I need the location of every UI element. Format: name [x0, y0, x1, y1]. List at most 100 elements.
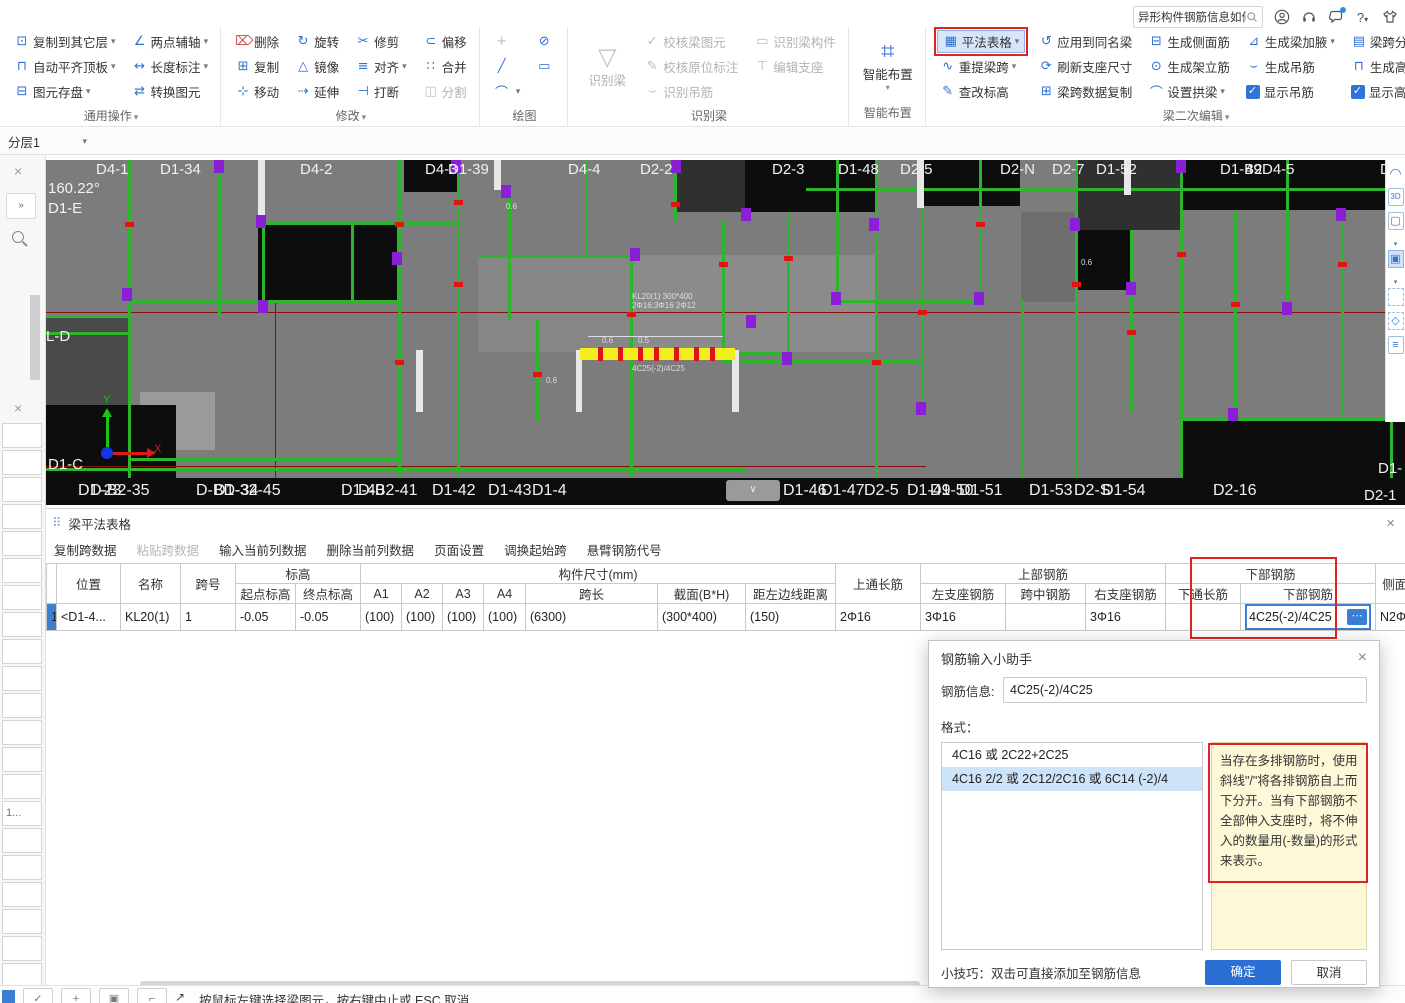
copy-button[interactable]: 复制	[229, 55, 285, 78]
cell-a1[interactable]: (100)	[361, 604, 402, 631]
solid-view-icon[interactable]: ▣	[1388, 250, 1404, 268]
cancel-button[interactable]: 取消	[1291, 960, 1367, 985]
pan-widget[interactable]: ∨	[726, 480, 780, 501]
page-setup-button[interactable]: 页面设置	[434, 540, 484, 559]
offset-button[interactable]: 偏移	[417, 30, 473, 53]
convert-element-button[interactable]: 转换图元	[126, 80, 215, 103]
beam-span-data-copy-button[interactable]: 梁跨数据复制	[1032, 80, 1138, 103]
list-item[interactable]	[2, 693, 42, 718]
check-beam-elements-button[interactable]: 校核梁图元	[638, 30, 744, 53]
re-extract-beam-span-button[interactable]: 重提梁跨	[934, 55, 1029, 78]
split-button[interactable]: 分割	[417, 80, 473, 103]
generate-erect-rebar-button[interactable]: 生成架立筋	[1142, 55, 1236, 78]
auto-align-top-slab-button[interactable]: 自动平齐顶板	[8, 55, 122, 78]
list-item[interactable]	[2, 585, 42, 610]
user-account-icon[interactable]	[1273, 9, 1290, 26]
paste-span-data-button[interactable]: 粘贴跨数据	[137, 540, 200, 559]
list-item[interactable]	[2, 936, 42, 961]
view-3d-icon[interactable]: 3D	[1388, 188, 1404, 206]
cell-a2[interactable]: (100)	[402, 604, 443, 631]
cell-dist-left[interactable]: (150)	[746, 604, 836, 631]
status-tool-check[interactable]: ✓	[23, 988, 53, 1003]
delete-button[interactable]: 删除	[229, 30, 285, 53]
row-marker[interactable]: 1	[47, 604, 57, 631]
group-label-recognize[interactable]: 识别梁	[576, 104, 842, 129]
cell-right-support[interactable]: 3Φ16	[1086, 604, 1166, 631]
rect-tool-button[interactable]	[530, 55, 561, 78]
recognize-hanging-rebar-button[interactable]: 识别吊筋	[638, 80, 744, 103]
generate-high-strength-node-button[interactable]: 生成高强节点	[1345, 55, 1405, 78]
collapsed-panel-tab[interactable]	[30, 295, 40, 380]
break-button[interactable]: 打断	[349, 80, 413, 103]
check-in-situ-annotation-button[interactable]: 校核原位标注	[638, 55, 744, 78]
feedback-chat-icon[interactable]	[1327, 9, 1344, 26]
ellipsis-button[interactable]	[1347, 609, 1367, 625]
move-button[interactable]: 移动	[229, 80, 285, 103]
col-header-bottom-rebar[interactable]: 下部钢筋	[1241, 584, 1376, 604]
close-icon[interactable]: ×	[14, 400, 22, 416]
group-label-draw[interactable]: 绘图	[488, 104, 562, 129]
list-item[interactable]	[2, 504, 42, 529]
col-header-span-length[interactable]: 跨长	[526, 584, 658, 604]
rebar-info-input[interactable]	[1003, 677, 1367, 703]
status-tool-add[interactable]: +	[61, 988, 91, 1003]
col-group-bottom-rebar[interactable]: 下部钢筋	[1166, 564, 1376, 584]
generate-side-rebar-button[interactable]: 生成侧面筋	[1142, 30, 1236, 53]
cell-side-through[interactable]: N2Φ12	[1376, 604, 1405, 631]
flat-table-button[interactable]: 平法表格	[937, 30, 1026, 53]
trim-button[interactable]: 修剪	[349, 30, 413, 53]
bottom-rebar-value[interactable]: 4C25(-2)/4C25	[1249, 610, 1347, 624]
col-header-a3[interactable]: A3	[443, 584, 484, 604]
search-input[interactable]	[1138, 11, 1246, 23]
cell-end-elev[interactable]: -0.05	[296, 604, 361, 631]
smart-layout-button[interactable]: 智能布置 ▾	[857, 38, 919, 92]
drag-handle-icon[interactable]: ⠿	[52, 515, 61, 531]
close-icon[interactable]: ×	[14, 163, 22, 179]
list-item[interactable]	[2, 855, 42, 880]
cantilever-rebar-code-button[interactable]: 悬臂钢筋代号	[587, 540, 662, 559]
merge-button[interactable]: 合并	[417, 55, 473, 78]
notes-list-icon[interactable]: ≡	[1388, 336, 1404, 354]
list-item[interactable]	[2, 720, 42, 745]
cell-bottom-through[interactable]	[1166, 604, 1241, 631]
circle-tool-button[interactable]	[530, 30, 561, 53]
expand-panel-button[interactable]: »	[6, 193, 36, 219]
search-icon[interactable]	[1246, 11, 1258, 23]
select-element-icon[interactable]: ◇	[1388, 312, 1404, 330]
two-point-aux-axis-button[interactable]: 两点辅轴	[126, 30, 215, 53]
delete-current-column-button[interactable]: 删除当前列数据	[327, 540, 415, 559]
col-group-size[interactable]: 构件尺寸(mm)	[361, 564, 836, 584]
list-item[interactable]	[2, 828, 42, 853]
chevron-down-icon[interactable]: ▾	[1388, 274, 1404, 282]
list-item[interactable]	[2, 909, 42, 934]
close-icon[interactable]: ×	[1358, 649, 1367, 667]
cell-bottom-rebar[interactable]: 4C25(-2)/4C25	[1241, 604, 1376, 631]
list-item[interactable]	[2, 747, 42, 772]
list-item[interactable]	[2, 612, 42, 637]
edit-support-button[interactable]: 编辑支座	[748, 55, 842, 78]
show-high-strength-node-checkbox[interactable]: 显示高强节点	[1345, 80, 1405, 103]
arc-tool-button[interactable]	[488, 80, 527, 103]
list-item[interactable]	[2, 882, 42, 907]
select-region-icon[interactable]	[1388, 288, 1404, 306]
col-group-elevation[interactable]: 标高	[236, 564, 361, 584]
cell-mid-span[interactable]	[1006, 604, 1086, 631]
recognize-beam-component-button[interactable]: 识别梁构件	[748, 30, 842, 53]
customer-service-icon[interactable]	[1300, 9, 1317, 26]
group-label-smart[interactable]: 智能布置	[857, 101, 919, 126]
list-item[interactable]	[2, 423, 42, 448]
col-header-a2[interactable]: A2	[402, 584, 443, 604]
generate-beam-haunch-button[interactable]: 生成梁加腋	[1240, 30, 1341, 53]
help-menu-icon[interactable]: ?▾	[1354, 9, 1371, 26]
cell-position[interactable]: <D1-4...	[57, 604, 121, 631]
length-dimension-button[interactable]: 长度标注	[126, 55, 215, 78]
cell-span-length[interactable]: (6300)	[526, 604, 658, 631]
generate-hanging-rebar-button[interactable]: 生成吊筋	[1240, 55, 1341, 78]
list-item[interactable]	[2, 666, 42, 691]
list-item[interactable]	[2, 477, 42, 502]
format-option[interactable]: 4C16 或 2C22+2C25	[942, 743, 1202, 767]
beam-span-classify-button[interactable]: 梁跨分类	[1345, 30, 1405, 53]
col-header-right-support[interactable]: 右支座钢筋	[1086, 584, 1166, 604]
cell-name[interactable]: KL20(1)	[121, 604, 181, 631]
status-tool-layers[interactable]: ▣	[99, 988, 129, 1003]
